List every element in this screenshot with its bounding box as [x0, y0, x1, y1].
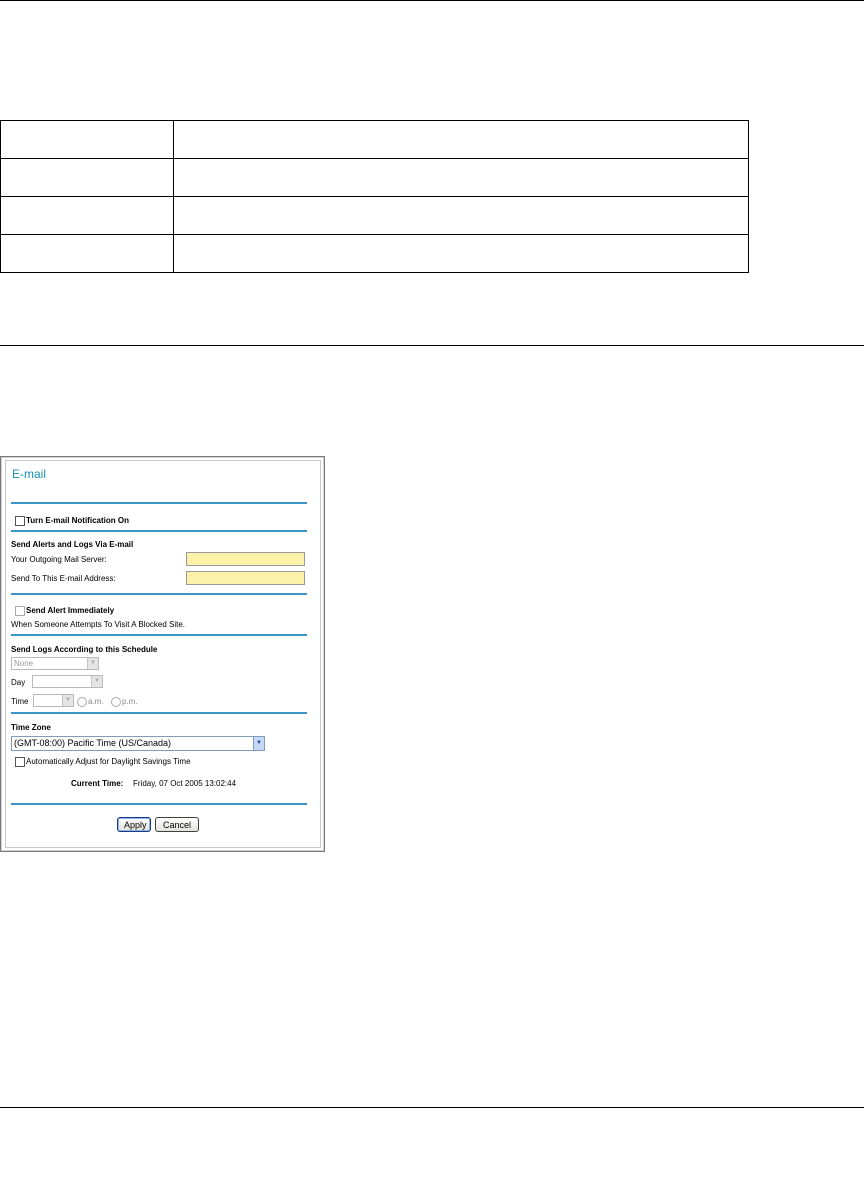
- current-time-value: Friday, 07 Oct 2005 13:02:44: [133, 779, 237, 788]
- chevron-down-icon: ▼: [91, 676, 102, 687]
- blocked-site-text: When Someone Attempts To Visit A Blocked…: [11, 620, 186, 629]
- email-address-label: Send To This E-mail Address:: [11, 574, 116, 583]
- table-cell: [173, 158, 749, 197]
- table-row: [0, 234, 749, 273]
- separator: [11, 530, 307, 532]
- dst-label: Automatically Adjust for Daylight Saving…: [26, 757, 191, 766]
- notification-checkbox[interactable]: [15, 516, 25, 526]
- table-row: [0, 196, 749, 235]
- chevron-down-icon: ▼: [253, 737, 264, 750]
- table-cell: [173, 120, 749, 159]
- dst-checkbox[interactable]: [15, 757, 25, 767]
- mail-server-label: Your Outgoing Mail Server:: [11, 555, 107, 564]
- bottom-rule: [0, 1107, 864, 1108]
- timezone-heading: Time Zone: [11, 723, 51, 732]
- timezone-select-value: (GMT-08:00) Pacific Time (US/Canada): [14, 738, 172, 748]
- table-cell: [0, 234, 174, 273]
- top-rule: [0, 0, 864, 1]
- separator: [11, 712, 307, 714]
- table-cell: [0, 158, 174, 197]
- alerts-heading: Send Alerts and Logs Via E-mail: [11, 540, 134, 549]
- panel-title: E-mail: [12, 467, 47, 481]
- separator: [11, 502, 307, 504]
- separator: [11, 593, 307, 595]
- chevron-down-icon: ▼: [62, 695, 73, 706]
- cancel-button[interactable]: Cancel: [155, 817, 199, 832]
- day-label: Day: [11, 678, 26, 687]
- email-settings-panel: E-mail Turn E-mail Notification On Send …: [5, 460, 321, 848]
- table-cell: [0, 196, 174, 235]
- pm-radio[interactable]: [111, 697, 121, 707]
- schedule-heading: Send Logs According to this Schedule: [11, 645, 158, 654]
- am-radio[interactable]: [77, 697, 87, 707]
- pm-label: p.m.: [122, 697, 138, 706]
- am-label: a.m.: [88, 697, 104, 706]
- table-cell: [0, 120, 174, 159]
- separator: [11, 634, 307, 636]
- document-table: [0, 120, 749, 273]
- send-alert-label: Send Alert Immediately: [26, 606, 115, 615]
- send-alert-checkbox[interactable]: [15, 606, 25, 616]
- table-cell: [173, 196, 749, 235]
- timezone-select[interactable]: (GMT-08:00) Pacific Time (US/Canada) ▼: [11, 736, 265, 751]
- time-label: Time: [11, 697, 29, 706]
- table-row: [0, 120, 749, 159]
- day-select[interactable]: ▼: [32, 675, 103, 688]
- email-address-input[interactable]: [186, 571, 305, 585]
- notification-label: Turn E-mail Notification On: [26, 516, 129, 525]
- separator: [11, 803, 307, 805]
- section-divider: [0, 345, 864, 346]
- schedule-select-value: None: [14, 659, 34, 668]
- schedule-select[interactable]: None ▼: [11, 657, 99, 670]
- current-time-label: Current Time:: [71, 779, 124, 788]
- apply-button[interactable]: Apply: [117, 817, 151, 832]
- mail-server-input[interactable]: [186, 552, 305, 566]
- email-settings-screenshot: E-mail Turn E-mail Notification On Send …: [0, 456, 325, 852]
- time-select[interactable]: ▼: [33, 694, 74, 707]
- table-row: [0, 158, 749, 197]
- table-cell: [173, 234, 749, 273]
- chevron-down-icon: ▼: [87, 658, 98, 669]
